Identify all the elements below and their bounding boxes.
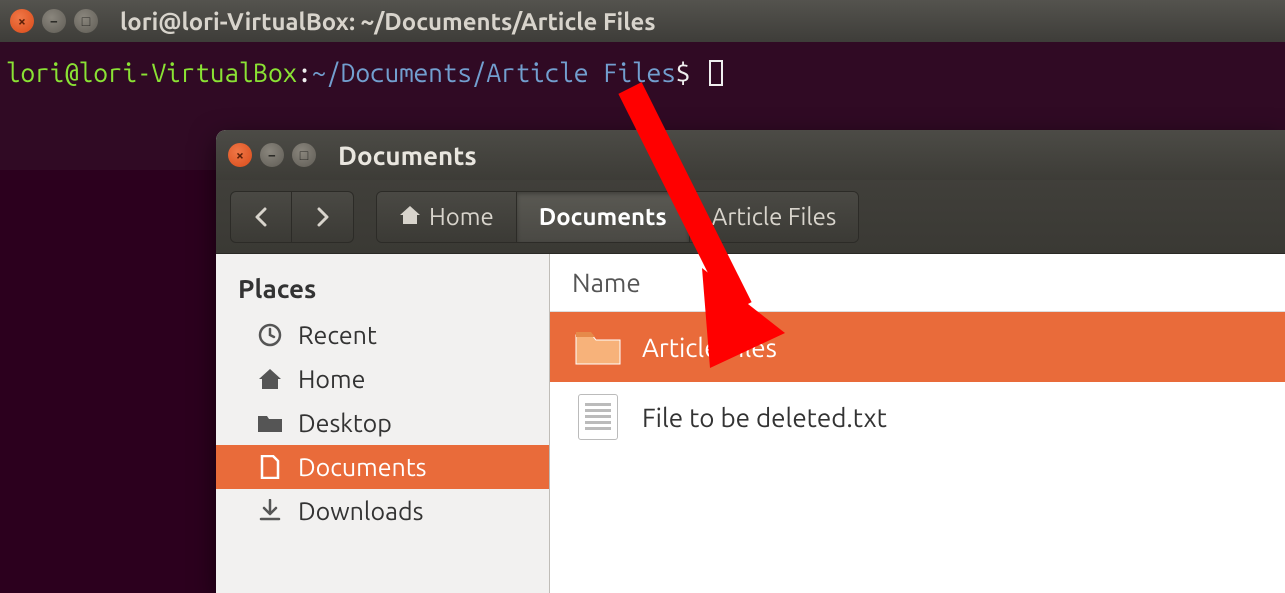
sidebar-item-label: Desktop xyxy=(298,409,392,437)
prompt-suffix: $ xyxy=(676,58,705,87)
toolbar: Home Documents Article Files xyxy=(216,180,1285,254)
chevron-right-icon xyxy=(316,207,330,227)
breadcrumb-home[interactable]: Home xyxy=(377,192,517,242)
prompt-userhost: lori@lori-VirtualBox xyxy=(6,58,297,87)
sidebar-item-home[interactable]: Home xyxy=(216,357,549,401)
prompt-colon: : xyxy=(297,58,312,87)
close-icon[interactable]: × xyxy=(228,143,252,167)
places-header: Places xyxy=(216,266,549,313)
folder-icon xyxy=(574,326,622,368)
nav-back-button[interactable] xyxy=(230,191,292,243)
sidebar-item-documents[interactable]: Documents xyxy=(216,445,549,489)
clock-icon xyxy=(256,323,284,347)
sidebar-item-label: Documents xyxy=(298,453,427,481)
list-item-file[interactable]: File to be deleted.txt xyxy=(550,382,1285,452)
content-area: Places Recent Home Desktop xyxy=(216,254,1285,593)
sidebar-item-recent[interactable]: Recent xyxy=(216,313,549,357)
terminal-title: lori@lori-VirtualBox: ~/Documents/Articl… xyxy=(120,8,656,35)
sidebar: Places Recent Home Desktop xyxy=(216,254,550,593)
breadcrumb-label: Article Files xyxy=(712,203,837,230)
text-file-icon xyxy=(574,396,622,438)
maximize-icon[interactable]: □ xyxy=(292,143,316,167)
prompt-path: ~/Documents/Article Files xyxy=(312,58,676,87)
breadcrumb-label: Documents xyxy=(539,203,667,230)
close-icon[interactable]: × xyxy=(10,9,34,33)
file-manager-window: × − □ Documents Home Documents Article F… xyxy=(216,130,1285,593)
maximize-icon[interactable]: □ xyxy=(74,9,98,33)
chevron-left-icon xyxy=(254,207,268,227)
nav-forward-button[interactable] xyxy=(292,191,354,243)
breadcrumb-documents[interactable]: Documents xyxy=(517,192,690,242)
cursor-icon xyxy=(709,60,723,86)
folder-icon xyxy=(256,413,284,433)
list-item-folder[interactable]: Article Files xyxy=(550,312,1285,382)
sidebar-item-label: Recent xyxy=(298,321,377,349)
file-manager-title: Documents xyxy=(338,141,477,170)
document-icon xyxy=(256,455,284,479)
breadcrumb-label: Home xyxy=(429,203,494,230)
download-icon xyxy=(256,499,284,523)
file-manager-titlebar[interactable]: × − □ Documents xyxy=(216,130,1285,180)
column-header-name[interactable]: Name xyxy=(550,254,1285,312)
home-icon xyxy=(256,368,284,390)
minimize-icon[interactable]: − xyxy=(42,9,66,33)
list-item-name: File to be deleted.txt xyxy=(642,403,887,432)
sidebar-item-label: Downloads xyxy=(298,497,423,525)
list-item-name: Article Files xyxy=(642,333,777,362)
file-list: Name Article Files File to be deleted.tx… xyxy=(550,254,1285,593)
breadcrumb: Home Documents Article Files xyxy=(376,191,859,243)
sidebar-item-downloads[interactable]: Downloads xyxy=(216,489,549,533)
breadcrumb-article-files[interactable]: Article Files xyxy=(690,192,859,242)
sidebar-item-desktop[interactable]: Desktop xyxy=(216,401,549,445)
minimize-icon[interactable]: − xyxy=(260,143,284,167)
terminal-titlebar[interactable]: × − □ lori@lori-VirtualBox: ~/Documents/… xyxy=(0,0,1285,42)
sidebar-item-label: Home xyxy=(298,365,365,393)
home-icon xyxy=(399,203,421,230)
